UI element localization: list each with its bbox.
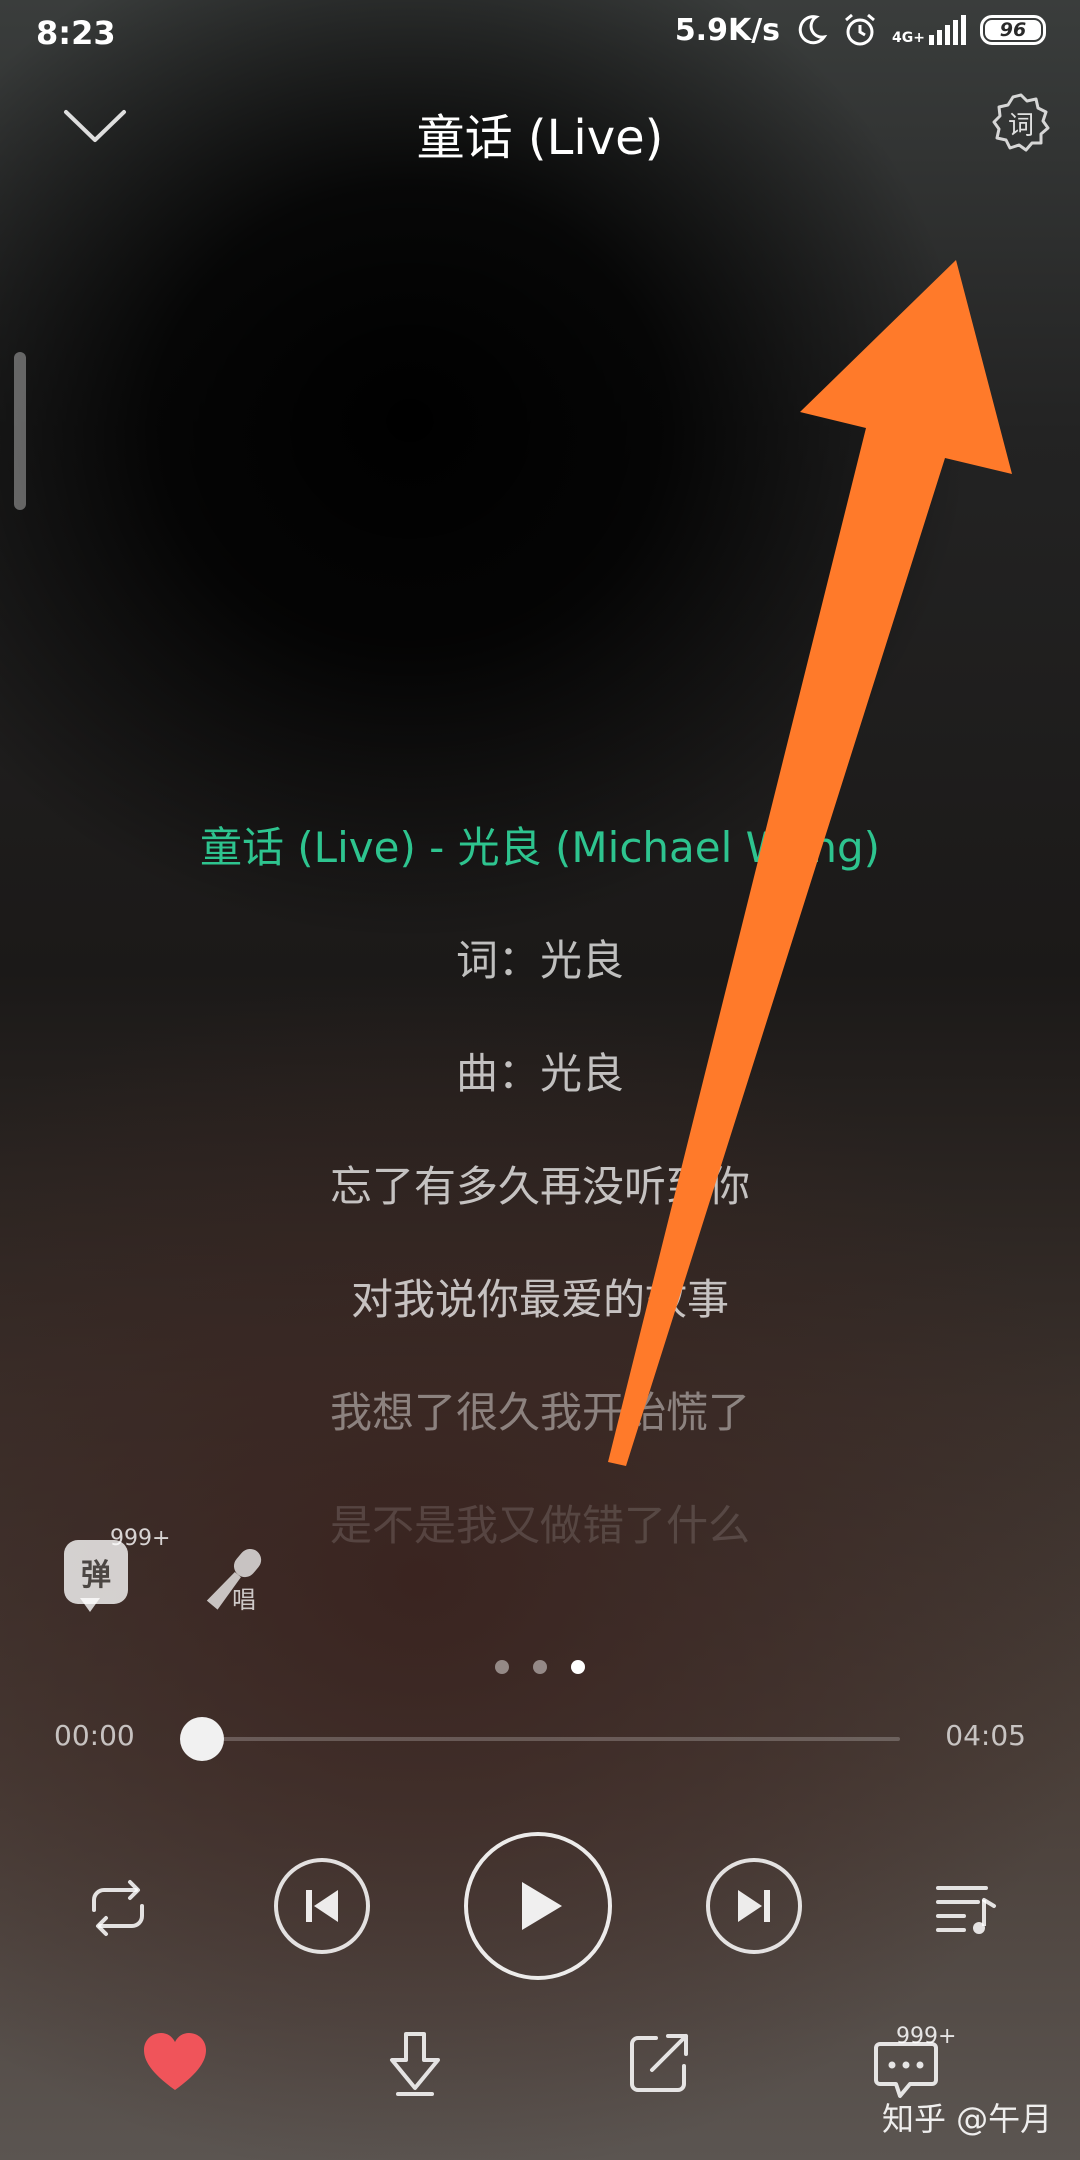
comment-count: 999+ <box>896 2024 957 2049</box>
danmu-bubble-tail <box>80 1598 100 1612</box>
status-time: 8:23 <box>36 14 116 52</box>
share-icon[interactable] <box>626 2030 696 2096</box>
lyric-line[interactable]: 词：光良 <box>0 931 1080 1044</box>
repeat-icon[interactable] <box>80 1870 156 1946</box>
scroll-indicator[interactable] <box>14 352 26 510</box>
download-icon[interactable] <box>380 2028 450 2098</box>
total-time: 04:05 <box>945 1719 1026 1752</box>
page-indicator <box>0 1660 1080 1674</box>
battery-icon: 96 <box>980 15 1046 45</box>
sing-label: 唱 <box>232 1586 256 1614</box>
progress-bar[interactable] <box>200 1737 900 1741</box>
page-dot[interactable] <box>495 1660 509 1674</box>
watermark: 知乎 @午月 <box>882 2100 1053 2138</box>
network-type: 4G+ <box>892 30 925 46</box>
alarm-icon <box>845 13 875 46</box>
lyric-settings-button[interactable]: 词 <box>990 92 1052 154</box>
lyric-line[interactable]: 对我说你最爱的故事 <box>0 1270 1080 1383</box>
current-time: 00:00 <box>54 1719 135 1752</box>
progress-knob[interactable] <box>180 1717 224 1761</box>
playlist-icon[interactable] <box>928 1870 1004 1946</box>
previous-button[interactable] <box>274 1858 370 1954</box>
lyric-line[interactable]: 忘了有多久再没听到你 <box>0 1157 1080 1270</box>
play-button[interactable] <box>464 1832 612 1980</box>
net-speed: 5.9K/s <box>674 12 781 48</box>
moon-icon <box>798 15 828 45</box>
lyric-line[interactable]: 童话 (Live) - 光良 (Michael Wong) <box>0 818 1080 931</box>
danmu-count: 999+ <box>110 1526 171 1551</box>
lyric-settings-label: 词 <box>1007 110 1034 141</box>
lyric-line[interactable]: 曲：光良 <box>0 1044 1080 1157</box>
heart-icon[interactable] <box>140 2028 210 2098</box>
next-button[interactable] <box>706 1858 802 1954</box>
lyrics-panel[interactable]: 童话 (Live) - 光良 (Michael Wong) 词：光良 曲：光良 … <box>0 818 1080 1556</box>
play-icon <box>522 1882 562 1930</box>
signal-icon: 4G+ <box>892 15 966 45</box>
skip-previous-icon <box>306 1890 338 1922</box>
page-dot-active[interactable] <box>571 1660 585 1674</box>
battery-level: 96 <box>985 19 1041 41</box>
song-title: 童话 (Live) <box>416 110 664 166</box>
status-bar-right: 5.9K/s 4G+ 96 <box>675 12 1046 48</box>
lyric-line[interactable]: 我想了很久我开始慌了 <box>0 1383 1080 1496</box>
skip-next-icon <box>738 1890 770 1922</box>
page-dot[interactable] <box>533 1660 547 1674</box>
